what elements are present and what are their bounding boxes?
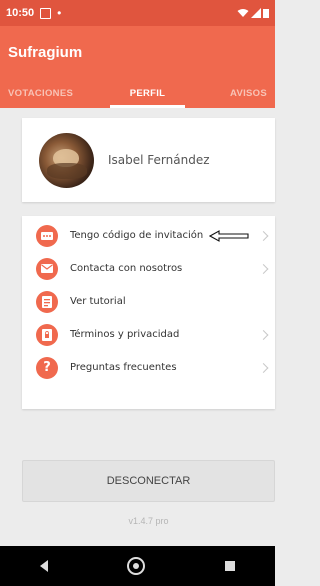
question-icon: ? xyxy=(36,356,58,379)
lock-icon xyxy=(36,323,58,346)
menu-item-faq[interactable]: ? Preguntas frecuentes xyxy=(22,351,275,384)
menu-item-invitation-code[interactable]: Tengo código de invitación xyxy=(22,219,275,252)
avatar xyxy=(39,132,94,188)
system-nav-bar xyxy=(0,546,275,586)
tab-avisos[interactable]: AVISOS xyxy=(195,78,275,108)
tab-bar: VOTACIONES PERFIL AVISOS xyxy=(0,78,275,108)
app-bar: Sufragium xyxy=(0,26,275,78)
menu-item-tutorial[interactable]: Ver tutorial xyxy=(22,285,275,318)
menu-item-label: Ver tutorial xyxy=(70,296,126,307)
chevron-right-icon xyxy=(258,230,269,241)
profile-name: Isabel Fernández xyxy=(108,153,210,167)
recent-apps-icon[interactable] xyxy=(225,561,236,571)
mail-icon xyxy=(36,257,58,280)
menu-item-label: Preguntas frecuentes xyxy=(70,362,177,373)
status-time: 10:50 xyxy=(6,7,35,19)
menu-item-terms-privacy[interactable]: Términos y privacidad xyxy=(22,318,275,351)
menu-card: Tengo código de invitación Contacta con … xyxy=(22,216,275,409)
chevron-right-icon xyxy=(258,362,269,373)
chevron-right-icon xyxy=(258,263,269,274)
document-icon xyxy=(36,290,58,313)
calendar-icon xyxy=(40,7,52,19)
signal-icon xyxy=(251,8,261,18)
home-icon[interactable] xyxy=(127,557,146,575)
status-bar: 10:50 • xyxy=(0,0,275,26)
left-arrow-annotation-icon xyxy=(209,229,249,242)
menu-item-label: Contacta con nosotros xyxy=(70,263,183,274)
app-title: Sufragium xyxy=(8,43,83,61)
tab-votaciones[interactable]: VOTACIONES xyxy=(0,78,100,108)
ticket-icon xyxy=(36,224,58,247)
tab-perfil[interactable]: PERFIL xyxy=(100,78,195,108)
status-icons xyxy=(237,8,269,18)
menu-item-label: Tengo código de invitación xyxy=(70,230,204,241)
chevron-right-icon xyxy=(258,329,269,340)
logout-button[interactable]: DESCONECTAR xyxy=(22,460,275,502)
notification-dot: • xyxy=(57,6,62,20)
menu-item-contact[interactable]: Contacta con nosotros xyxy=(22,252,275,285)
battery-icon xyxy=(263,9,269,18)
app-version: v1.4.7 pro xyxy=(128,516,169,526)
back-icon[interactable] xyxy=(39,560,48,572)
wifi-icon xyxy=(237,9,249,17)
profile-card[interactable]: Isabel Fernández xyxy=(22,118,275,202)
menu-item-label: Términos y privacidad xyxy=(70,329,180,340)
